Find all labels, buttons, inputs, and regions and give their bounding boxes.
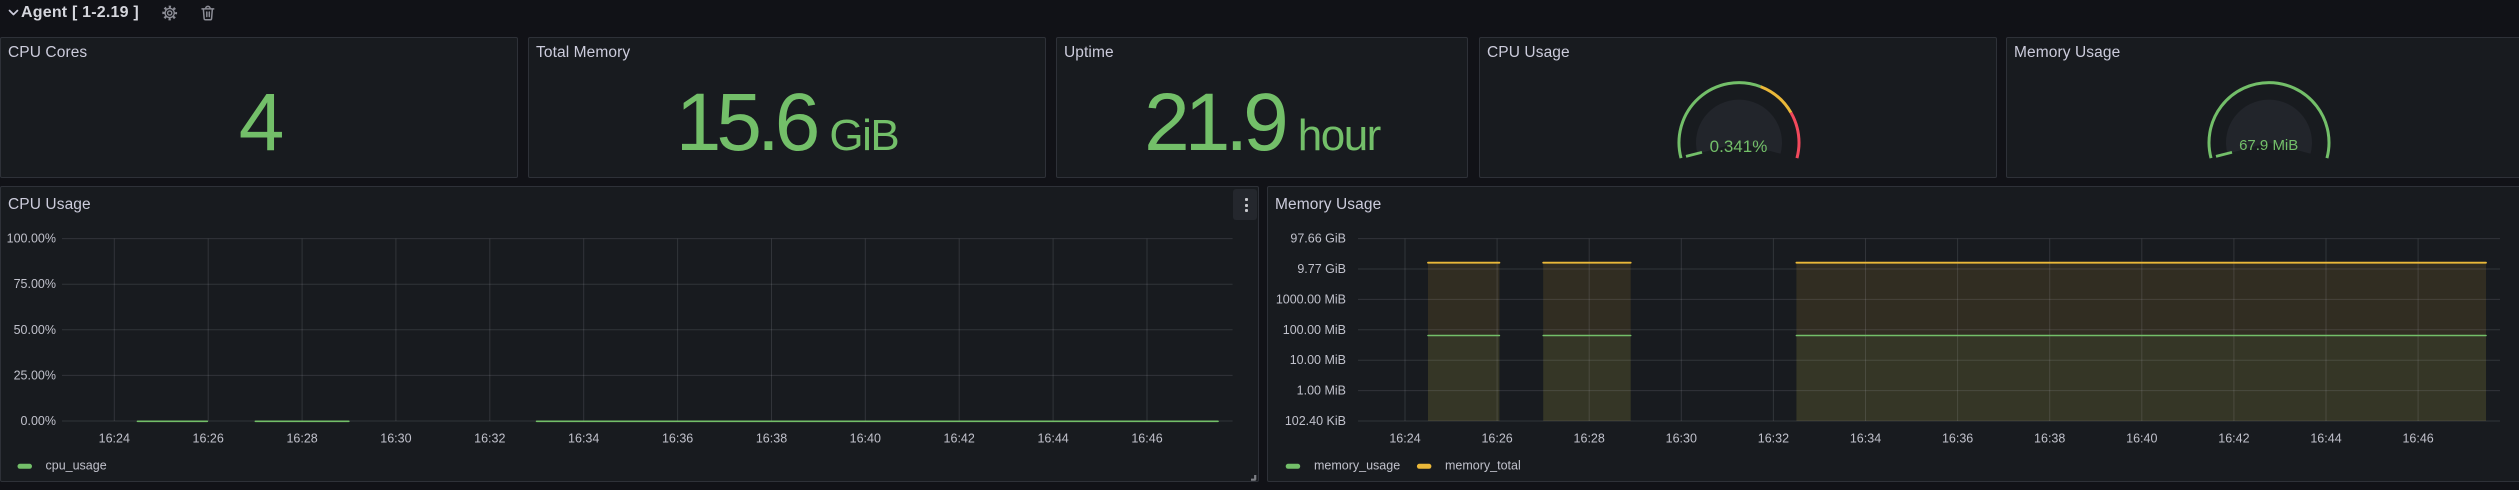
- svg-text:16:30: 16:30: [1666, 432, 1697, 446]
- svg-text:16:26: 16:26: [193, 432, 224, 446]
- svg-text:16:34: 16:34: [1850, 432, 1881, 446]
- svg-text:102.40 KiB: 102.40 KiB: [1285, 414, 1346, 428]
- svg-text:16:46: 16:46: [2402, 432, 2433, 446]
- svg-text:16:34: 16:34: [568, 432, 599, 446]
- svg-text:16:28: 16:28: [286, 432, 317, 446]
- svg-text:16:30: 16:30: [380, 432, 411, 446]
- svg-text:16:38: 16:38: [756, 432, 787, 446]
- svg-text:16:32: 16:32: [1758, 432, 1789, 446]
- svg-text:100.00 MiB: 100.00 MiB: [1283, 323, 1346, 337]
- svg-text:25.00%: 25.00%: [14, 368, 56, 382]
- svg-text:16:24: 16:24: [99, 432, 130, 446]
- svg-text:16:42: 16:42: [944, 432, 975, 446]
- svg-text:16:40: 16:40: [2126, 432, 2157, 446]
- svg-text:memory_usage: memory_usage: [1314, 459, 1400, 473]
- svg-text:16:42: 16:42: [2218, 432, 2249, 446]
- svg-text:16:32: 16:32: [474, 432, 505, 446]
- svg-text:1.00 MiB: 1.00 MiB: [1297, 384, 1346, 398]
- svg-text:16:44: 16:44: [1037, 432, 1068, 446]
- svg-text:100.00%: 100.00%: [7, 232, 56, 246]
- svg-text:cpu_usage: cpu_usage: [46, 459, 107, 473]
- svg-text:16:36: 16:36: [662, 432, 693, 446]
- svg-text:10.00 MiB: 10.00 MiB: [1290, 353, 1346, 367]
- svg-text:50.00%: 50.00%: [14, 323, 56, 337]
- svg-text:16:24: 16:24: [1389, 432, 1420, 446]
- svg-text:16:28: 16:28: [1574, 432, 1605, 446]
- svg-text:75.00%: 75.00%: [14, 277, 56, 291]
- svg-text:memory_total: memory_total: [1445, 459, 1521, 473]
- svg-text:0.00%: 0.00%: [21, 414, 56, 428]
- svg-text:16:36: 16:36: [1942, 432, 1973, 446]
- svg-text:1000.00 MiB: 1000.00 MiB: [1276, 292, 1346, 306]
- svg-text:16:26: 16:26: [1481, 432, 1512, 446]
- svg-text:9.77 GiB: 9.77 GiB: [1297, 262, 1346, 276]
- svg-text:16:46: 16:46: [1131, 432, 1162, 446]
- svg-text:97.66 GiB: 97.66 GiB: [1290, 232, 1346, 246]
- svg-text:16:44: 16:44: [2310, 432, 2341, 446]
- svg-text:16:40: 16:40: [850, 432, 881, 446]
- svg-text:16:38: 16:38: [2034, 432, 2065, 446]
